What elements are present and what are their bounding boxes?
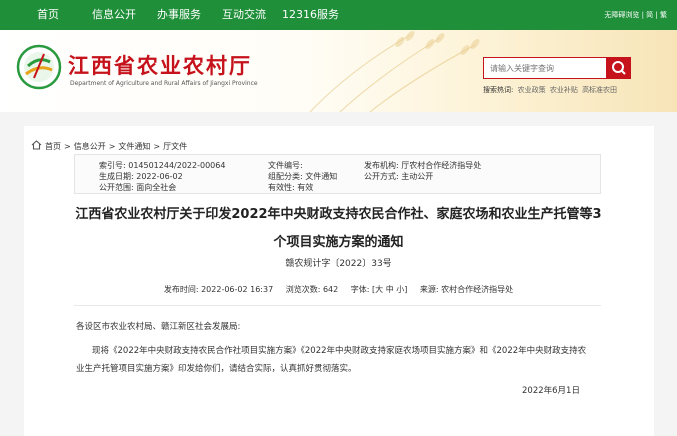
body-paragraph-line-1: 现将《2022年中央财政支持农民合作社项目实施方案》《2022年中央财政支持家庭… xyxy=(92,346,587,356)
breadcrumb-info-disclosure[interactable]: 信息公开 xyxy=(74,142,106,151)
article-info-bar: 发布时间: 2022-06-02 16:37 浏览次数: 642 字体: [大 … xyxy=(0,284,677,295)
site-subtitle: Department of Agriculture and Rural Affa… xyxy=(70,80,258,87)
accessibility-language-links[interactable]: 无障碍浏览 | 简 | 繁 xyxy=(604,0,667,30)
search-button[interactable] xyxy=(607,57,631,79)
body-paragraph-line-2: 业生产托管项目实施方案》印发给你们，请结合实际，认真抓好贯彻落实。 xyxy=(76,364,357,374)
document-number: 赣农规计字〔2022〕33号 xyxy=(285,259,392,269)
document-title-line-1: 江西省农业农村厅关于印发2022年中央财政支持农民合作社、家庭农场和农业生产托管… xyxy=(75,207,602,222)
signature-date: 2022年6月1日 xyxy=(522,386,580,396)
article-source: 来源: 农村合作经济指导处 xyxy=(419,285,514,294)
view-count: 浏览次数: 642 xyxy=(285,285,339,294)
publish-time: 发布时间: 2022-06-02 16:37 xyxy=(163,285,274,294)
meta-scope: 公开范围: 面向全社会 xyxy=(99,183,177,192)
home-icon[interactable] xyxy=(31,140,42,150)
divider xyxy=(74,305,601,306)
breadcrumb-home[interactable]: 首页 xyxy=(45,142,61,151)
top-navigation: 首页 信息公开 办事服务 互动交流 12316服务 无障碍浏览 | 简 | 繁 xyxy=(0,0,677,30)
salutation: 各设区市农业农村局、赣江新区社会发展局: xyxy=(76,322,241,332)
hot-word[interactable]: 高标准农田 xyxy=(582,86,617,94)
nav-12316-service[interactable]: 12316服务 xyxy=(282,0,339,30)
font-size-medium-button[interactable]: 中 xyxy=(386,285,394,294)
meta-publisher: 发布机构: 厅农村合作经济指导处 xyxy=(364,161,482,170)
font-size-large-button[interactable]: 大 xyxy=(375,285,383,294)
site-title[interactable]: 江西省农业农村厅 xyxy=(68,50,252,80)
nav-interaction[interactable]: 互动交流 xyxy=(222,0,266,30)
document-metadata-table: 索引号: 014501244/2022-00064 文件编号: 发布机构: 厅农… xyxy=(74,154,601,194)
meta-category: 组配分类: 文件通知 xyxy=(268,172,338,181)
meta-doc-no: 文件编号: xyxy=(268,161,303,170)
search-icon xyxy=(612,61,626,75)
nav-services[interactable]: 办事服务 xyxy=(157,0,201,30)
meta-index-no: 索引号: 014501244/2022-00064 xyxy=(99,161,226,170)
font-size-label: 字体: [ xyxy=(350,285,376,294)
meta-open-mode: 公开方式: 主动公开 xyxy=(364,172,434,181)
department-logo-icon[interactable] xyxy=(16,44,62,90)
wheat-decoration-icon xyxy=(309,31,480,112)
breadcrumb-department-files[interactable]: 厅文件 xyxy=(163,142,187,151)
hot-word[interactable]: 农业政策 xyxy=(518,86,546,94)
nav-home[interactable]: 首页 xyxy=(37,0,59,30)
hot-word[interactable]: 农业补贴 xyxy=(550,86,578,94)
breadcrumb-file-notices[interactable]: 文件通知 xyxy=(118,142,150,151)
meta-validity: 有效性: 有效 xyxy=(268,183,314,192)
breadcrumb-separator: > xyxy=(64,142,71,151)
breadcrumb: 首页 > 信息公开 > 文件通知 > 厅文件 xyxy=(31,140,187,152)
nav-info-disclosure[interactable]: 信息公开 xyxy=(92,0,136,30)
breadcrumb-separator: > xyxy=(108,142,116,151)
meta-created-date: 生成日期: 2022-06-02 xyxy=(99,172,183,181)
hot-search-words: 搜索热词: 农业政策 农业补贴 高标准农田 xyxy=(483,85,617,95)
search-input[interactable] xyxy=(483,57,607,79)
hot-label: 搜索热词: xyxy=(483,86,514,94)
font-size-bracket: ] xyxy=(404,285,408,294)
document-title-line-2: 个项目实施方案的通知 xyxy=(273,235,404,250)
breadcrumb-separator: > xyxy=(153,142,161,151)
